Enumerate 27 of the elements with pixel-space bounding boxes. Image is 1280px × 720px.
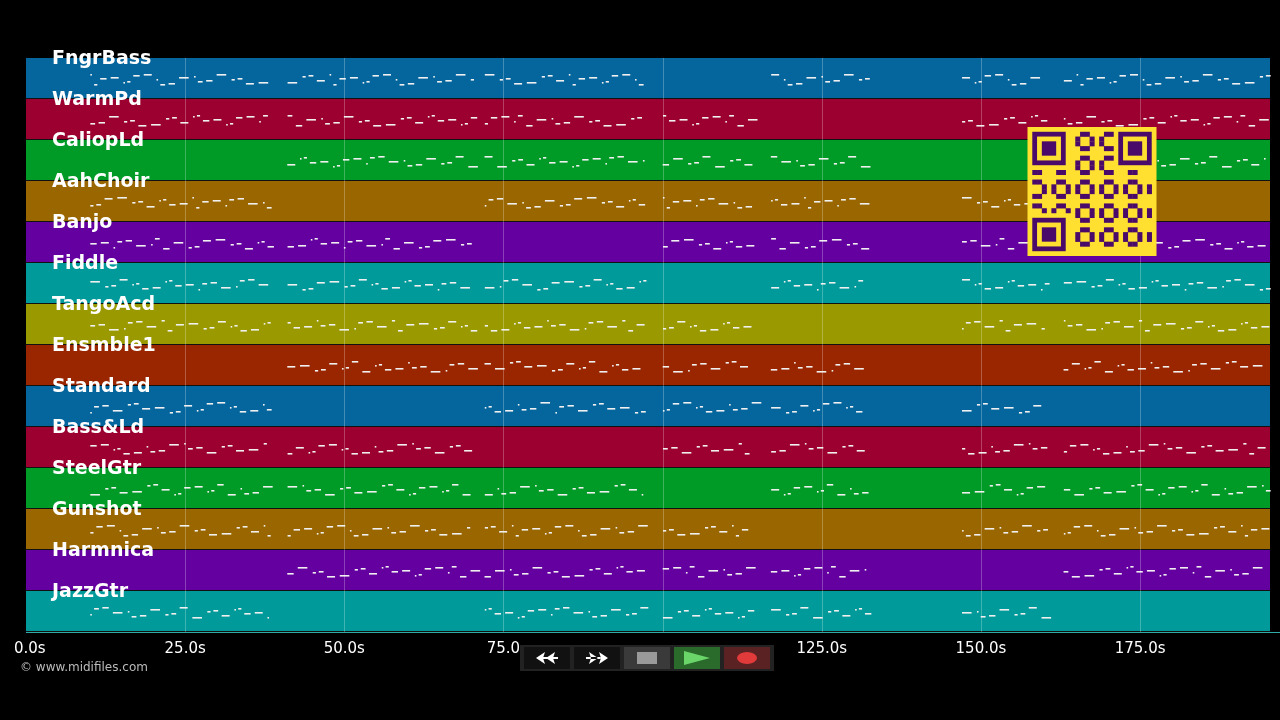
play-icon [684,651,710,665]
track-name: FngrBass [52,45,152,69]
track-name: Gunshot [52,496,142,520]
axis-tick-label: 25.0s [164,639,206,657]
axis-tick-label: 150.0s [955,639,1007,657]
track-name: AahChoir [52,168,150,192]
axis-tick-label: 75.0 [486,639,521,657]
track-name: Banjo [52,209,113,233]
axis-tick-label: 0.0s [14,639,46,657]
track-name: Harmnica [52,537,154,561]
axis-tick-label: 125.0s [796,639,848,657]
stop-button[interactable] [624,647,670,669]
record-icon [737,652,757,664]
fast-forward-icon [586,652,608,664]
copyright-text: © www.midifiles.com [20,660,149,674]
rewind-button[interactable] [524,647,570,669]
track-name: TangoAcd [52,291,156,315]
record-button[interactable] [724,647,770,669]
track-name: Bass&Ld [52,414,145,438]
axis-tick-label: 50.0s [323,639,365,657]
stop-icon [637,652,657,664]
rewind-icon [536,652,558,664]
play-button[interactable] [674,647,720,669]
forward-button[interactable] [574,647,620,669]
axis-tick-label: 175.0s [1114,639,1166,657]
track-name: WarmPd [52,86,142,110]
track-name: Ensmble1 [52,332,156,356]
